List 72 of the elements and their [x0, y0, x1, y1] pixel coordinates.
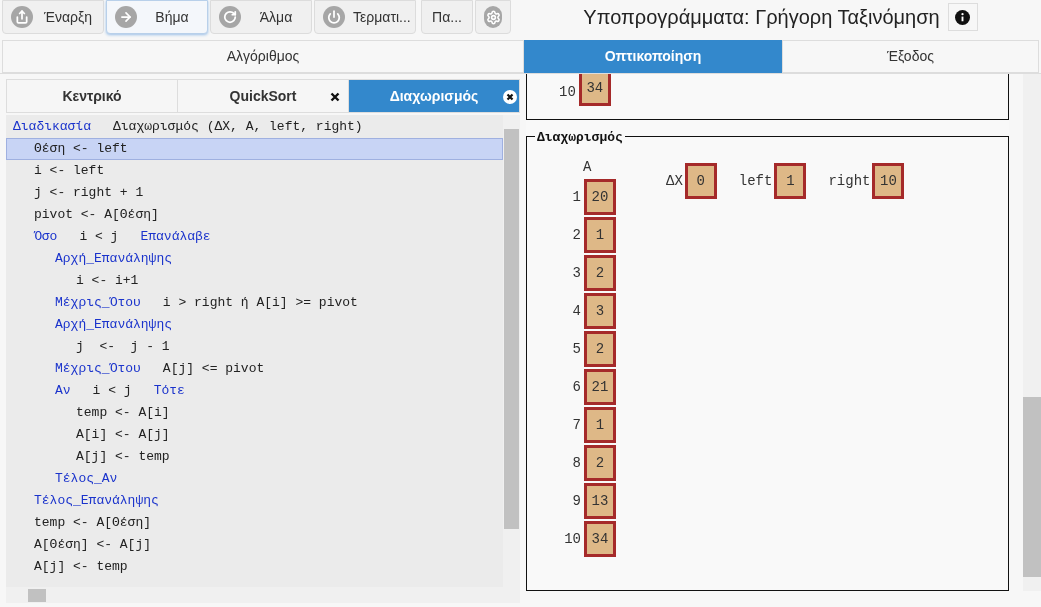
arrow-right-icon	[115, 6, 137, 28]
main-tab[interactable]: Έξοδος	[782, 40, 1039, 73]
variable-name: left	[738, 171, 773, 191]
toolbar-button[interactable]: Άλμα	[210, 0, 312, 34]
code-line: Αρχή_Επανάληψης	[54, 316, 174, 335]
code-line: Μέχρις_Ότου i > right ή A[i] >= pivot	[54, 294, 359, 313]
close-icon[interactable]	[503, 90, 517, 104]
code-line: A[j] <- temp	[75, 448, 171, 467]
code-line: Διαδικασία Διαχωρισμός (ΔX, A, left, right)	[12, 118, 364, 137]
array-cell: 21	[584, 369, 616, 405]
array-index: 6	[571, 377, 581, 397]
array-index: 2	[571, 225, 581, 245]
array-cell: 2	[584, 445, 616, 481]
code-line: Όσο i < j Επανάλαβε	[32, 228, 212, 247]
array-index: 7	[571, 415, 581, 435]
scrollbar[interactable]	[1023, 74, 1041, 591]
code-line: Τέλος_Αν	[54, 470, 119, 489]
array-index: 3	[571, 263, 581, 283]
code-line: A[i] <- A[j]	[75, 426, 171, 445]
info-icon	[955, 9, 971, 25]
scrollbar[interactable]	[503, 115, 520, 587]
code-line: temp <- A[Θέση]	[33, 514, 153, 533]
horizontal-scrollbar[interactable]	[6, 587, 520, 603]
variable-cell: 10	[872, 163, 905, 199]
variable-name: right	[828, 171, 871, 191]
toolbar-button[interactable]: Έναρξη	[2, 0, 104, 34]
redo-icon	[219, 6, 241, 28]
array-index: 5	[571, 339, 581, 359]
main-tab[interactable]: Οπτικοποίηση	[524, 40, 782, 73]
code-line: i <- left	[33, 162, 106, 181]
code-line: Μέχρις_Ότου A[j] <= pivot	[54, 360, 266, 379]
code-line: temp <- A[i]	[75, 404, 171, 423]
array-index: 1	[571, 187, 581, 207]
code-line: pivot <- A[Θέση]	[33, 206, 160, 225]
page-title: Υποπρογράμματα: Γρήγορη Ταξινόμηση	[583, 5, 940, 30]
code-tab[interactable]: Διαχωρισμός	[349, 80, 519, 112]
array-cell: 20	[584, 179, 616, 215]
toolbar-button[interactable]: Πα...	[421, 0, 473, 34]
array-cell: 2	[584, 255, 616, 291]
array-cell: 2	[584, 331, 616, 367]
variable-cell: 1	[774, 163, 807, 199]
power-icon	[323, 6, 345, 28]
code-line: Τέλος_Επανάληψης	[33, 492, 160, 511]
array-cell: 3	[584, 293, 616, 329]
code-line: j <- right + 1	[33, 184, 145, 203]
array-cell: 1	[584, 407, 616, 443]
array-cell: 34	[578, 74, 611, 106]
code-line: A[j] <- temp	[33, 558, 129, 577]
settings-icon	[484, 6, 502, 28]
variable-name: ΔX	[666, 171, 683, 191]
toolbar-button[interactable]: Τερματι...	[314, 0, 416, 34]
code-line: i <- i+1	[75, 272, 140, 291]
array-index: 9	[571, 491, 581, 511]
main-tab[interactable]: Αλγόριθμος	[2, 40, 524, 73]
array-index: 4	[571, 301, 581, 321]
code-line: j <- j - 1	[75, 338, 171, 357]
code-line: Αν i < j Τότε	[54, 382, 186, 401]
array-cell: 13	[584, 483, 616, 519]
settings-button[interactable]	[475, 0, 511, 34]
info-button[interactable]	[947, 3, 978, 31]
code-line: A[Θέση] <- A[j]	[33, 536, 153, 555]
array-cell: 1	[584, 217, 616, 253]
variable-cell: 0	[684, 163, 717, 199]
array-index: 8	[571, 453, 581, 473]
array-name: A	[583, 158, 593, 177]
code-line: Αρχή_Επανάληψης	[54, 250, 174, 269]
array-index: 10	[559, 83, 576, 102]
share-icon	[11, 6, 33, 28]
array-index: 10	[563, 529, 581, 549]
close-icon[interactable]	[330, 92, 340, 102]
array-cell: 34	[584, 521, 616, 557]
toolbar-button[interactable]: Βήμα	[106, 0, 208, 34]
